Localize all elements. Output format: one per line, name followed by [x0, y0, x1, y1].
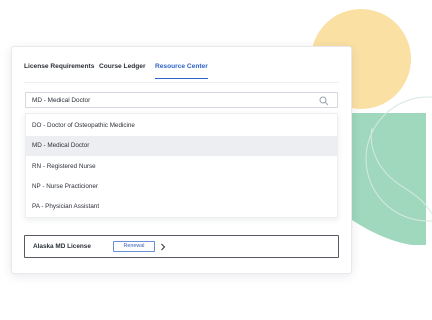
license-name: Alaska MD License	[33, 243, 91, 250]
decor-green-shape	[352, 113, 426, 245]
dropdown-option[interactable]: DO - Doctor of Osteopathic Medicine	[26, 116, 337, 136]
dropdown-option[interactable]: NP - Nurse Practicioner	[26, 177, 337, 197]
license-row[interactable]: Alaska MD License Renewal	[24, 235, 339, 258]
search-input[interactable]	[32, 93, 312, 107]
chevron-right-icon[interactable]	[159, 243, 167, 251]
renewal-button[interactable]: Renewal	[113, 241, 155, 252]
tab-resource-center[interactable]: Resource Center	[155, 63, 208, 79]
profession-dropdown: DO - Doctor of Osteopathic Medicine MD -…	[25, 113, 338, 218]
dropdown-option-selected[interactable]: MD - Medical Doctor	[26, 136, 337, 156]
search-box	[25, 92, 338, 108]
dropdown-option[interactable]: RN - Registered Nurse	[26, 157, 337, 177]
resource-card: License Requirements Course Ledger Resou…	[11, 46, 352, 274]
search-icon[interactable]	[319, 96, 329, 106]
dropdown-option[interactable]: PA - Physician Assistant	[26, 197, 337, 217]
tab-license-requirements[interactable]: License Requirements	[24, 63, 94, 78]
tab-bar: License Requirements Course Ledger Resou…	[24, 61, 339, 83]
tab-course-ledger[interactable]: Course Ledger	[99, 63, 146, 78]
